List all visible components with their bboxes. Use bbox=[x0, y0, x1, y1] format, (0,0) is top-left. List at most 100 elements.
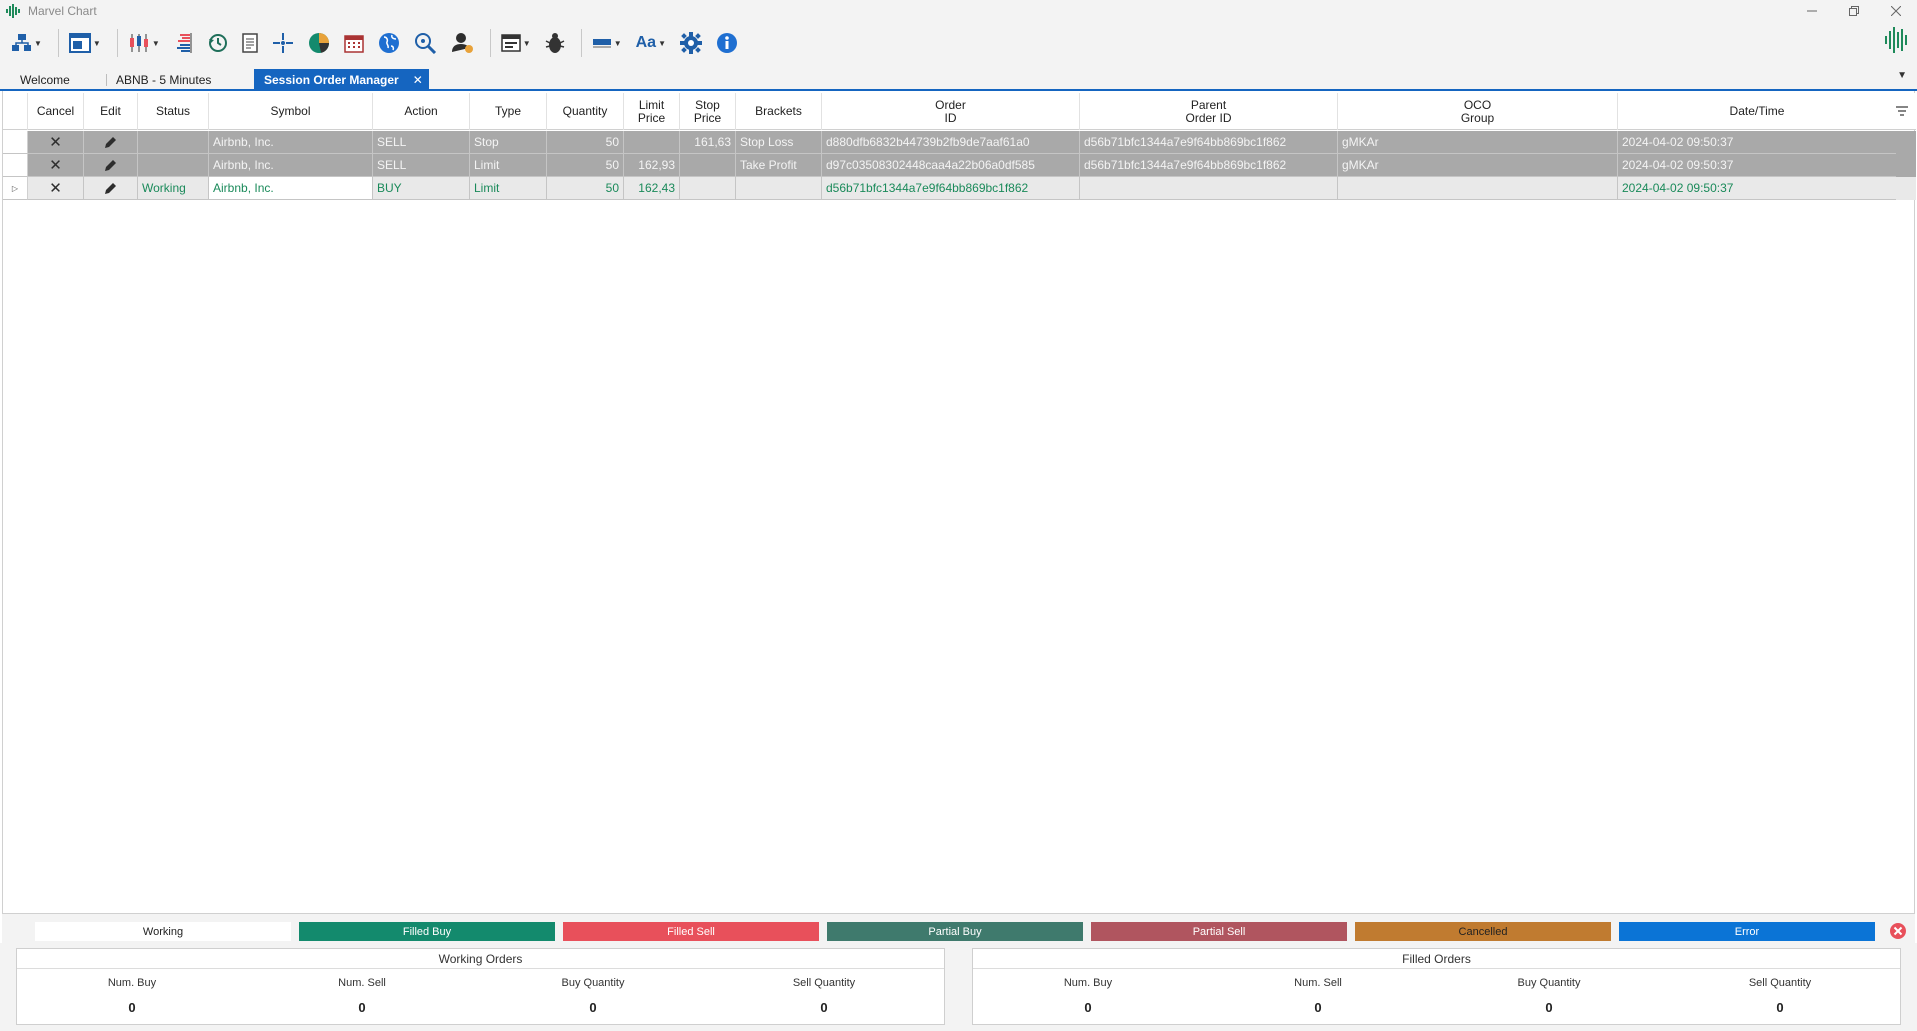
crosshair-button[interactable] bbox=[268, 27, 298, 59]
debug-button[interactable] bbox=[541, 27, 569, 59]
cell-brackets: Take Profit bbox=[736, 154, 822, 177]
connection-button[interactable]: ▼ bbox=[8, 27, 46, 59]
cancel-order-button[interactable]: ✕ bbox=[28, 131, 84, 154]
close-window-button[interactable] bbox=[1875, 0, 1917, 22]
restore-button[interactable] bbox=[1833, 0, 1875, 22]
header-quantity[interactable]: Quantity bbox=[547, 93, 624, 130]
tab-label: Session Order Manager bbox=[264, 73, 399, 87]
cell-order-id: d97c03508302448caa4a22b06a0df585 bbox=[822, 154, 1080, 177]
close-icon: ✕ bbox=[49, 134, 62, 151]
stat-label: Sell Quantity bbox=[792, 977, 856, 989]
chart-type-icon bbox=[128, 33, 150, 53]
header-line: Parent bbox=[1190, 97, 1227, 112]
user-settings-button[interactable] bbox=[448, 27, 478, 59]
window-title: Marvel Chart bbox=[28, 4, 97, 18]
close-tab-icon[interactable]: ✕ bbox=[413, 73, 423, 87]
header-line: OCO bbox=[1463, 97, 1492, 112]
cell-parent-order-id bbox=[1080, 177, 1338, 200]
pie-chart-icon bbox=[308, 32, 330, 54]
globe-icon bbox=[378, 32, 400, 54]
header-oco-group[interactable]: OCO Group bbox=[1338, 93, 1618, 130]
header-type[interactable]: Type bbox=[470, 93, 547, 130]
header-datetime[interactable]: Date/Time bbox=[1618, 93, 1896, 130]
sound-wave-button[interactable] bbox=[1885, 27, 1909, 56]
cell-symbol: Airbnb, Inc. bbox=[209, 131, 373, 154]
header-status[interactable]: Status bbox=[138, 93, 209, 130]
header-edit[interactable]: Edit bbox=[84, 93, 138, 130]
settings-button[interactable] bbox=[676, 27, 706, 59]
header-action[interactable]: Action bbox=[373, 93, 470, 130]
document-button[interactable] bbox=[238, 27, 262, 59]
cell-oco-group: gMKAr bbox=[1338, 131, 1618, 154]
cancel-order-button[interactable]: ✕ bbox=[28, 154, 84, 177]
cell-parent-order-id: d56b71bfc1344a7e9f64bb869bc1f862 bbox=[1080, 154, 1338, 177]
header-line: Order bbox=[935, 97, 966, 112]
table-row[interactable]: ✕ Airbnb, Inc. SELL Limit 50 162,93 Take… bbox=[3, 154, 1916, 177]
stat-label: Num. Sell bbox=[1294, 977, 1342, 989]
pencil-icon bbox=[104, 159, 117, 172]
header-line: Group bbox=[1460, 110, 1495, 125]
edit-order-button[interactable] bbox=[84, 154, 138, 177]
header-cancel[interactable]: Cancel bbox=[28, 93, 84, 130]
close-icon: ✕ bbox=[49, 157, 62, 174]
stat-label: Num. Buy bbox=[107, 977, 157, 989]
header-line: Stop bbox=[695, 97, 720, 112]
row-expander bbox=[3, 131, 28, 154]
cell-order-id: d56b71bfc1344a7e9f64bb869bc1f862 bbox=[822, 177, 1080, 200]
edit-order-button[interactable] bbox=[84, 177, 138, 200]
cell-action: BUY bbox=[373, 177, 470, 200]
header-brackets[interactable]: Brackets bbox=[736, 93, 822, 130]
tab-session-order-manager[interactable]: Session Order Manager ✕ bbox=[254, 69, 429, 91]
header-line: ID bbox=[944, 110, 957, 125]
color-button[interactable]: ▼ bbox=[588, 27, 626, 59]
cell-datetime: 2024-04-02 09:50:37 bbox=[1618, 177, 1896, 200]
tabs-dropdown-icon[interactable]: ▼ bbox=[1897, 70, 1907, 81]
scanner-button[interactable] bbox=[410, 27, 442, 59]
history-button[interactable] bbox=[204, 27, 232, 59]
header-line: Price bbox=[637, 110, 666, 125]
cell-action: SELL bbox=[373, 131, 470, 154]
stat-label: Sell Quantity bbox=[1748, 977, 1812, 989]
header-order-id[interactable]: Order ID bbox=[822, 93, 1080, 130]
layout-button[interactable]: ▼ bbox=[65, 27, 105, 59]
header-limit-price[interactable]: Limit Price bbox=[624, 93, 680, 130]
window-button[interactable]: ▼ bbox=[497, 27, 535, 59]
clear-orders-button[interactable] bbox=[1889, 922, 1907, 943]
status-legend: Working Filled Buy Filled Sell Partial B… bbox=[2, 913, 1915, 943]
working-orders-panel: Working Orders Num. Buy 0 Num. Sell 0 Buy … bbox=[16, 948, 945, 1025]
chart-type-button[interactable]: ▼ bbox=[124, 27, 164, 59]
filter-icon[interactable] bbox=[1896, 105, 1908, 119]
font-button[interactable]: Aa ▼ bbox=[632, 27, 670, 59]
cell-limit-price: 162,93 bbox=[624, 154, 680, 177]
document-tabs: Welcome ABNB - 5 Minutes Session Order M… bbox=[0, 64, 1917, 91]
stat-value: 0 bbox=[1084, 1000, 1092, 1015]
cell-type: Stop bbox=[470, 131, 547, 154]
cancel-order-button[interactable]: ✕ bbox=[28, 177, 84, 200]
pie-chart-button[interactable] bbox=[304, 27, 334, 59]
stat-value: 0 bbox=[1314, 1000, 1322, 1015]
cell-quantity: 50 bbox=[547, 177, 624, 200]
header-symbol[interactable]: Symbol bbox=[209, 93, 373, 130]
history-icon bbox=[208, 33, 228, 53]
header-stop-price[interactable]: Stop Price bbox=[680, 93, 736, 130]
legend-working: Working bbox=[35, 922, 291, 941]
order-book-button[interactable] bbox=[170, 27, 198, 59]
minimize-button[interactable] bbox=[1791, 0, 1833, 22]
table-row[interactable]: ✕ Airbnb, Inc. SELL Stop 50 161,63 Stop … bbox=[3, 131, 1916, 154]
info-button[interactable] bbox=[712, 27, 742, 59]
close-icon: ✕ bbox=[49, 180, 62, 197]
gear-icon bbox=[679, 32, 702, 54]
legend-filled-sell: Filled Sell bbox=[563, 922, 819, 941]
tab-abnb-chart[interactable]: ABNB - 5 Minutes bbox=[106, 69, 221, 91]
edit-order-button[interactable] bbox=[84, 131, 138, 154]
header-parent-order-id[interactable]: Parent Order ID bbox=[1080, 93, 1338, 130]
calendar-button[interactable] bbox=[340, 27, 368, 59]
grid-header: Cancel Edit Status Symbol Action Type Qu… bbox=[3, 93, 1916, 130]
panel-title: Filled Orders bbox=[973, 949, 1900, 969]
cell-limit-price bbox=[624, 131, 680, 154]
globe-button[interactable] bbox=[374, 27, 404, 59]
legend-cancelled: Cancelled bbox=[1355, 922, 1611, 941]
row-expander-button[interactable]: ▷ bbox=[3, 177, 28, 200]
tab-welcome[interactable]: Welcome bbox=[10, 69, 80, 91]
table-row[interactable]: ▷ ✕ Working Airbnb, Inc. BUY Limit 50 16… bbox=[3, 177, 1916, 200]
